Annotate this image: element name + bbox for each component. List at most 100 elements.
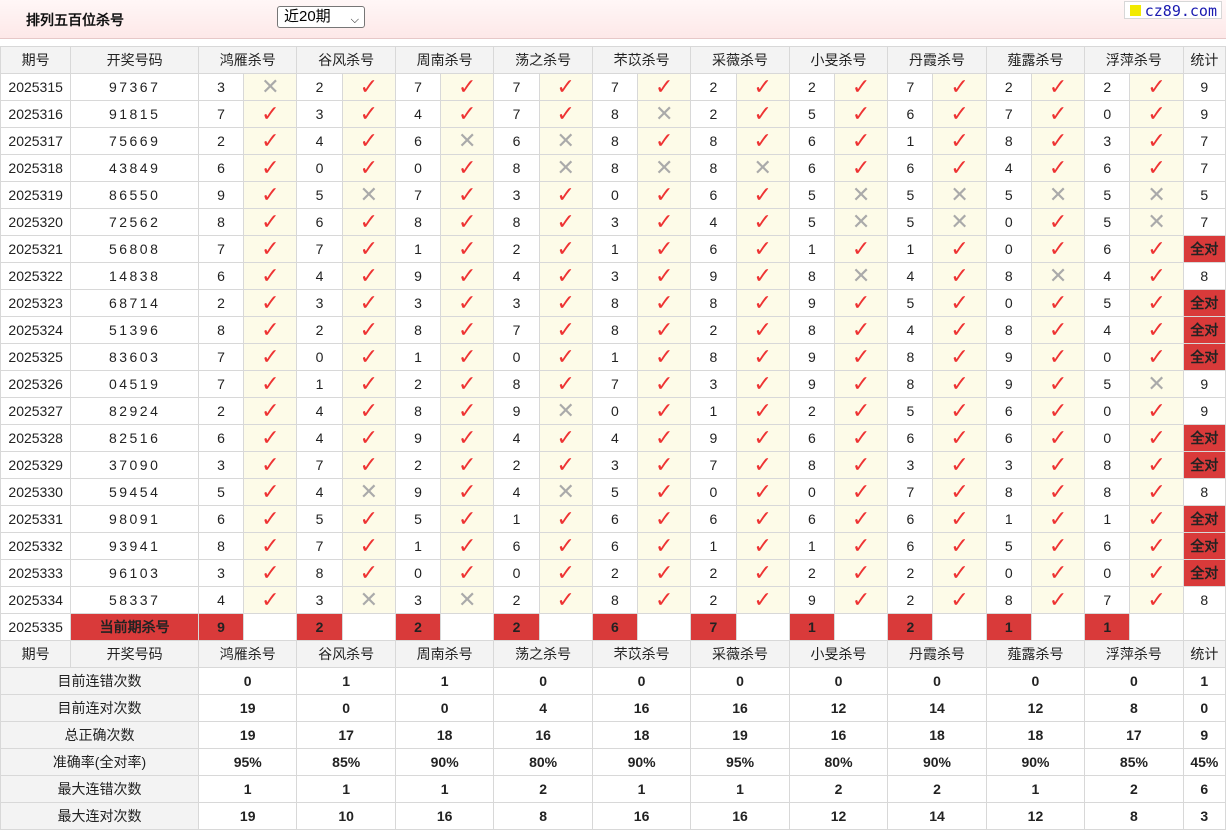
kill-number-cell: 6 <box>197 262 245 290</box>
period-cell: 2025317 <box>0 127 72 155</box>
period-range-select[interactable]: 近20期 ⌵ <box>277 6 365 28</box>
header-expert[interactable]: 小旻杀号 <box>788 640 889 668</box>
result-cell: ✓ <box>932 370 987 398</box>
summary-value: 90% <box>394 748 495 776</box>
kill-number-cell: 0 <box>394 559 442 587</box>
header-expert[interactable]: 谷风杀号 <box>296 640 396 668</box>
kill-number-cell: 2 <box>690 316 737 344</box>
kill-number-cell: 6 <box>1084 532 1131 560</box>
kill-number-cell: 7 <box>296 451 343 479</box>
kill-number-cell: 6 <box>197 154 245 182</box>
kill-number-cell: 7 <box>493 316 540 344</box>
kill-number-cell: 8 <box>690 289 737 317</box>
header-stat: 统计 <box>1182 46 1226 74</box>
kill-number-cell: 3 <box>394 586 442 614</box>
kill-number-cell: 1 <box>1084 505 1131 533</box>
period-cell: 2025318 <box>0 154 72 182</box>
current-kill-number: 1 <box>985 613 1032 641</box>
result-cell: ✓ <box>243 478 298 506</box>
kill-number-cell: 4 <box>296 424 343 452</box>
page-title: 排列五百位杀号 <box>26 12 124 28</box>
summary-value: 10 <box>296 802 396 830</box>
header-expert[interactable]: 谷风杀号 <box>296 46 396 74</box>
kill-number-cell: 4 <box>493 424 540 452</box>
cross-icon: ✕ <box>654 155 674 180</box>
summary-value: 1 <box>591 775 692 803</box>
check-icon: ✓ <box>851 398 871 423</box>
result-cell: ✓ <box>735 181 790 209</box>
header-expert[interactable]: 荡之杀号 <box>493 640 593 668</box>
result-cell: ✓ <box>243 424 298 452</box>
kill-number-cell: 3 <box>296 100 343 128</box>
period-cell: 2025329 <box>0 451 72 479</box>
cross-icon: ✕ <box>556 398 575 423</box>
header-expert[interactable]: 采薇杀号 <box>690 46 790 74</box>
result-cell: ✓ <box>440 73 495 101</box>
kill-number-cell: 4 <box>1084 262 1131 290</box>
kill-number-cell: 9 <box>985 343 1032 371</box>
period-cell: 2025328 <box>0 424 72 452</box>
stat-cell: 9 <box>1182 397 1226 425</box>
check-icon: ✓ <box>654 425 674 450</box>
summary-row: 总正确次数 19 17 18 16 18 19 16 18 18 17 9 <box>0 721 1226 749</box>
kill-number-cell: 5 <box>887 208 934 236</box>
header-expert[interactable]: 浮萍杀号 <box>1084 640 1184 668</box>
all-correct-badge: 全对 <box>1182 343 1226 371</box>
header-expert[interactable]: 丹霞杀号 <box>887 640 987 668</box>
kill-number-cell: 0 <box>1084 397 1131 425</box>
kill-number-cell: 8 <box>394 316 442 344</box>
check-icon: ✓ <box>851 101 871 126</box>
result-cell: ✓ <box>538 208 593 236</box>
header-expert[interactable]: 采薇杀号 <box>690 640 790 668</box>
kill-number-cell: 5 <box>197 478 245 506</box>
kill-number-cell: 1 <box>394 343 442 371</box>
header-expert[interactable]: 丹霞杀号 <box>887 46 987 74</box>
current-empty-cell <box>932 613 987 641</box>
check-icon: ✓ <box>359 452 378 477</box>
kill-number-cell: 0 <box>985 235 1032 263</box>
header-expert[interactable]: 周南杀号 <box>394 46 495 74</box>
header-expert[interactable]: 薤露杀号 <box>985 46 1086 74</box>
check-icon: ✓ <box>556 263 575 288</box>
check-icon: ✓ <box>359 398 378 423</box>
result-cell: ✓ <box>1030 289 1086 317</box>
check-icon: ✓ <box>1048 209 1068 234</box>
header-expert[interactable]: 鸿雁杀号 <box>197 640 298 668</box>
kill-number-cell: 9 <box>394 424 442 452</box>
summary-label: 目前连错次数 <box>0 667 199 695</box>
result-cell: ✓ <box>1030 73 1086 101</box>
header-expert[interactable]: 荡之杀号 <box>493 46 593 74</box>
header-expert[interactable]: 小旻杀号 <box>788 46 889 74</box>
header-expert[interactable]: 薤露杀号 <box>985 640 1086 668</box>
site-logo[interactable]: cz89.com <box>1124 1 1222 20</box>
check-icon: ✓ <box>556 587 575 612</box>
kill-number-cell: 3 <box>197 73 245 101</box>
check-icon: ✓ <box>851 533 871 558</box>
logo-square-icon <box>1130 5 1141 16</box>
result-cell: ✓ <box>440 154 495 182</box>
header-expert[interactable]: 鸿雁杀号 <box>197 46 298 74</box>
result-cell: ✕ <box>1129 370 1184 398</box>
cross-icon: ✕ <box>261 74 280 99</box>
header-expert[interactable]: 芣苡杀号 <box>591 46 692 74</box>
result-cell: ✓ <box>932 532 987 560</box>
kill-number-cell: 2 <box>493 235 540 263</box>
check-icon: ✓ <box>950 101 969 126</box>
check-icon: ✓ <box>359 155 378 180</box>
check-icon: ✓ <box>654 182 674 207</box>
current-kill-number: 2 <box>493 613 540 641</box>
header-expert[interactable]: 浮萍杀号 <box>1084 46 1184 74</box>
check-icon: ✓ <box>261 533 280 558</box>
check-icon: ✓ <box>654 560 674 585</box>
kill-number-cell: 8 <box>197 532 245 560</box>
draw-number-cell: 82516 <box>70 424 199 452</box>
cross-icon: ✕ <box>1147 209 1166 234</box>
current-empty-cell <box>243 613 298 641</box>
header-expert[interactable]: 芣苡杀号 <box>591 640 692 668</box>
check-icon: ✓ <box>458 506 477 531</box>
draw-number-cell: 82924 <box>70 397 199 425</box>
stat-cell: 9 <box>1182 100 1226 128</box>
summary-value: 19 <box>197 694 298 722</box>
header-expert[interactable]: 周南杀号 <box>394 640 495 668</box>
summary-value: 16 <box>394 802 495 830</box>
